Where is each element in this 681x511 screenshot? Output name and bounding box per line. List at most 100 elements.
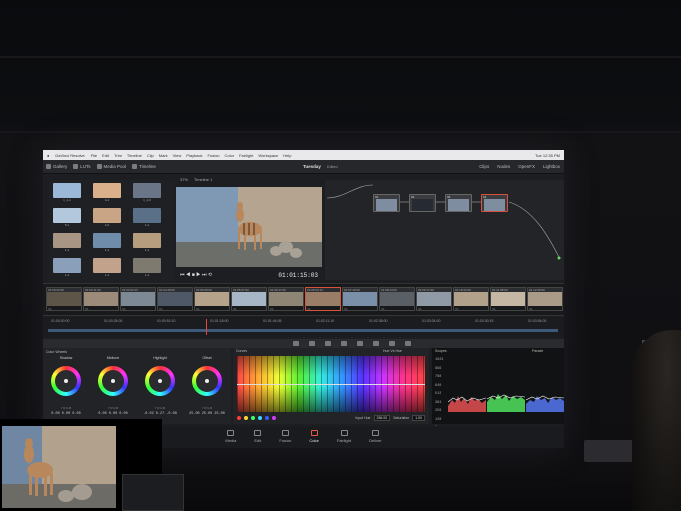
playhead[interactable] (206, 319, 207, 335)
hue-swatch[interactable] (265, 416, 269, 420)
hue-swatch[interactable] (251, 416, 255, 420)
apple-icon[interactable]: ● (47, 153, 49, 158)
node-editor[interactable]: 01 02 03 04 (325, 180, 564, 280)
hue-vs-hue-graph[interactable] (237, 356, 425, 412)
color-wheel[interactable] (145, 366, 175, 396)
hue-swatch[interactable] (237, 416, 241, 420)
media-thumbnail[interactable] (53, 233, 81, 248)
clip-thumbnail[interactable]: 01:12:26:00 V1 (527, 287, 563, 311)
tab-openfx[interactable]: OpenFX (518, 164, 535, 169)
wheel-puck[interactable] (111, 379, 115, 383)
media-thumbnail[interactable] (53, 183, 81, 198)
app-menu[interactable]: DaVinci Resolve (55, 153, 84, 158)
clip-thumbnail[interactable]: 01:09:17:00 V1 (416, 287, 452, 311)
key-icon[interactable] (373, 341, 379, 346)
hue-swatch[interactable] (258, 416, 262, 420)
clip-thumbnail[interactable]: 01:10:22:00 V1 (453, 287, 489, 311)
tab-nodes[interactable]: Nodes (497, 164, 510, 169)
menu-item[interactable]: Fusion (208, 153, 220, 158)
mini-timeline[interactable]: 01:00:00:00 01:00:26:00 01:00:52:10 01:01:1… (43, 317, 564, 337)
page-deliver[interactable]: Deliver (369, 430, 382, 448)
zoom-level[interactable]: 37% (180, 177, 188, 182)
menu-item[interactable]: Mark (159, 153, 168, 158)
page-edit[interactable]: Edit (254, 430, 262, 448)
node-02[interactable]: 02 (409, 194, 436, 212)
curve-mode-select[interactable]: Hue Vs Hue (383, 349, 402, 353)
viewer-image[interactable] (176, 187, 322, 267)
clip-thumbnail[interactable]: 01:05:28:00 V1 (194, 287, 230, 311)
scope-mode-select[interactable]: Parade (532, 349, 543, 353)
menu-item[interactable]: Workspace (258, 153, 278, 158)
page-color[interactable]: Color (309, 430, 319, 448)
window-icon[interactable] (325, 341, 331, 346)
color-wheel[interactable] (98, 366, 128, 396)
page-fairlight[interactable]: Fairlight (337, 430, 351, 448)
clip-thumbnail[interactable]: 01:11:08:00 V1 (490, 287, 526, 311)
clip-thumbnail[interactable]: 01:05:37:00 V1 (231, 287, 267, 311)
curve-line[interactable] (237, 384, 425, 385)
saturation-field[interactable]: 1.00 (412, 415, 425, 421)
media-thumbnail[interactable] (93, 183, 121, 198)
menu-item[interactable]: Timeline (127, 153, 142, 158)
media-thumbnail[interactable] (133, 208, 161, 223)
clip-thumbnail[interactable]: 01:08:24:00 V1 (379, 287, 415, 311)
transport-controls[interactable]: ⏮ ◀ ■ ▶ ⏭ ⟲ (180, 272, 212, 278)
media-thumbnail[interactable] (53, 208, 81, 223)
tracker-icon[interactable] (341, 341, 347, 346)
wheel-puck[interactable] (158, 379, 162, 383)
wheel-values[interactable]: 0.00 0.00 0.00 (93, 412, 133, 416)
menu-item[interactable]: View (173, 153, 182, 158)
tab-luts[interactable]: LUTs (73, 164, 91, 169)
wheel-values[interactable]: 25.00 25.00 25.00 (187, 412, 227, 416)
qualifier-icon[interactable] (309, 341, 315, 346)
tab-media-pool[interactable]: Media Pool (96, 164, 126, 169)
node-03[interactable]: 03 (445, 194, 472, 212)
tab-lightbox[interactable]: Lightbox (543, 164, 560, 169)
menu-item[interactable]: Clip (147, 153, 154, 158)
tab-clips[interactable]: Clips (479, 164, 489, 169)
clip-thumbnail[interactable]: 01:04:28:00 V1 (157, 287, 193, 311)
menu-item[interactable]: Help (283, 153, 291, 158)
hue-swatch[interactable] (272, 416, 276, 420)
wheel-puck[interactable] (205, 379, 209, 383)
page-media[interactable]: Media (225, 430, 236, 448)
media-thumbnail[interactable] (93, 258, 121, 273)
node-01[interactable]: 01 (373, 194, 400, 212)
media-thumbnail[interactable] (53, 258, 81, 273)
node-04[interactable]: 04 (481, 194, 508, 212)
media-thumbnail[interactable] (133, 258, 161, 273)
menu-item[interactable]: File (91, 153, 97, 158)
media-thumbnail[interactable] (133, 183, 161, 198)
clip-thumbnail[interactable]: 01:07:40:00 V1 (342, 287, 378, 311)
3d-icon[interactable] (405, 341, 411, 346)
video-track[interactable] (48, 329, 558, 332)
clip-image (158, 292, 192, 306)
menu-item[interactable]: Edit (102, 153, 109, 158)
page-fusion[interactable]: Fusion (279, 430, 291, 448)
wheel-puck[interactable] (64, 379, 68, 383)
input-hue-field[interactable]: 256.00 (373, 415, 391, 421)
menu-item[interactable]: Color (225, 153, 235, 158)
timeline-name[interactable]: Timeline 1 (194, 177, 212, 182)
clip-thumbnail[interactable]: 01:06:53:13 V1 (305, 287, 341, 311)
blur-icon[interactable] (357, 341, 363, 346)
media-thumbnail[interactable] (133, 233, 161, 248)
media-thumbnail[interactable] (93, 208, 121, 223)
color-wheel[interactable] (51, 366, 81, 396)
curves-icon[interactable] (293, 341, 299, 346)
media-thumbnail[interactable] (93, 233, 121, 248)
menu-item[interactable]: Trim (114, 153, 122, 158)
clip-thumbnail[interactable]: 01:03:41:00 V1 (83, 287, 119, 311)
clip-thumbnail[interactable]: 01:04:03:13 V1 (120, 287, 156, 311)
clip-thumbnail[interactable]: 01:06:27:00 V1 (268, 287, 304, 311)
sizing-icon[interactable] (389, 341, 395, 346)
menu-item[interactable]: Playback (186, 153, 202, 158)
wheel-values[interactable]: -0.02 0.27 -0.08 (140, 412, 180, 416)
wheel-values[interactable]: 0.00 0.00 0.00 (46, 412, 86, 416)
tab-timeline[interactable]: Timeline (132, 164, 156, 169)
color-wheel[interactable] (192, 366, 222, 396)
tab-gallery[interactable]: Gallery (46, 164, 67, 169)
clip-thumbnail[interactable]: 01:03:22:00 V1 (46, 287, 82, 311)
menu-item[interactable]: Fairlight (239, 153, 253, 158)
hue-swatch[interactable] (244, 416, 248, 420)
